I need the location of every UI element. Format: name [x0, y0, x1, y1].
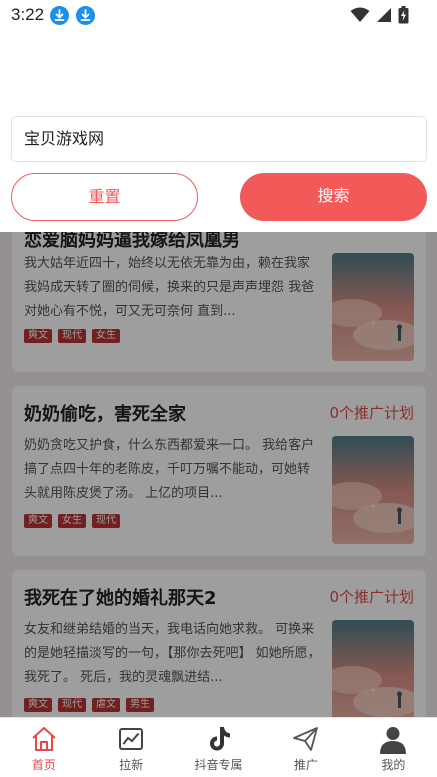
tag: 现代 — [58, 329, 86, 343]
tag: 虐文 — [92, 698, 120, 712]
card-title: 我死在了她的婚礼那天2 — [24, 588, 217, 609]
tag: 男生 — [126, 698, 154, 712]
home-icon — [32, 727, 56, 751]
tag: 现代 — [92, 514, 120, 528]
promo-plan-count: 0个推广计划 — [329, 588, 414, 606]
status-bar: 3:22 — [0, 0, 437, 32]
nav-label: 我的 — [381, 758, 406, 772]
tiktok-icon — [209, 727, 230, 751]
list-item[interactable]: 我死在了她的婚礼那天2 0个推广计划 女友和继弟结婚的当天，我电话向她求救。 可… — [12, 570, 426, 717]
list-item[interactable]: 奶奶偷吃，害死全家 0个推广计划 奶奶贪吃又护食，什么东西都爱来一口。 我给客户… — [12, 386, 426, 556]
user-icon — [380, 727, 407, 754]
download-icon — [50, 6, 69, 25]
card-tags: 爽文 现代 虐文 男生 — [24, 698, 154, 712]
tag: 爽文 — [24, 514, 52, 528]
card-desc: 女友和继弟结婚的当天，我电话向她求救。 可换来的是她轻描淡写的一句，【那你去死吧… — [24, 622, 321, 685]
cover-image — [332, 620, 414, 717]
nav-label: 拉新 — [119, 758, 144, 772]
list-item[interactable]: 恋爱脑妈妈逼我嫁给凤凰男 我大姑年近四十，始终以无依无靠为由，赖在我家 我妈成天… — [12, 232, 426, 372]
card-tags: 爽文 现代 女生 — [24, 329, 120, 343]
nav-item-recruit[interactable]: 拉新 — [87, 718, 174, 777]
status-time: 3:22 — [11, 5, 45, 24]
content-list: 恋爱脑妈妈逼我嫁给凤凰男 我大姑年近四十，始终以无依无靠为由，赖在我家 我妈成天… — [0, 232, 437, 717]
battery-icon — [398, 6, 409, 24]
search-button[interactable]: 搜索 — [240, 173, 427, 221]
tag: 女生 — [58, 514, 86, 528]
nav-item-mine[interactable]: 我的 — [350, 718, 437, 777]
reset-button[interactable]: 重置 — [11, 173, 198, 221]
card-desc: 我大姑年近四十，始终以无依无靠为由，赖在我家 我妈成天转了圈的伺候，换来的只是声… — [24, 256, 315, 319]
search-panel: 宝贝游戏网 重置 搜索 — [0, 32, 437, 232]
wifi-icon — [350, 7, 370, 22]
signal-icon — [377, 8, 391, 22]
cover-image — [332, 436, 414, 544]
tag: 爽文 — [24, 698, 52, 712]
tag: 女生 — [92, 329, 120, 343]
promo-plan-count: 0个推广计划 — [329, 404, 414, 422]
nav-label: 抖音专属 — [194, 758, 243, 772]
card-title: 奶奶偷吃，害死全家 — [24, 404, 186, 425]
nav-item-douyin[interactable]: 抖音专属 — [175, 718, 262, 777]
cover-image — [332, 253, 414, 361]
chart-icon — [119, 728, 144, 750]
nav-label: 首页 — [31, 758, 56, 772]
nav-item-home[interactable]: 首页 — [0, 718, 87, 777]
nav-label: 推广 — [293, 758, 318, 772]
download-icon — [76, 6, 95, 25]
nav-item-promote[interactable]: 推广 — [262, 718, 349, 777]
card-tags: 爽文 女生 现代 — [24, 514, 120, 528]
bottom-nav: 首页 拉新 抖音专属 推广 我的 — [0, 717, 437, 777]
tag: 爽文 — [24, 329, 52, 343]
send-icon — [293, 727, 318, 751]
tag: 现代 — [58, 698, 86, 712]
card-title: 恋爱脑妈妈逼我嫁给凤凰男 — [24, 232, 240, 251]
card-desc: 奶奶贪吃又护食，什么东西都爱来一口。 我给客户搞了点四十年的老陈皮，千叮万嘱不能… — [24, 438, 315, 501]
search-input[interactable]: 宝贝游戏网 — [11, 116, 427, 162]
